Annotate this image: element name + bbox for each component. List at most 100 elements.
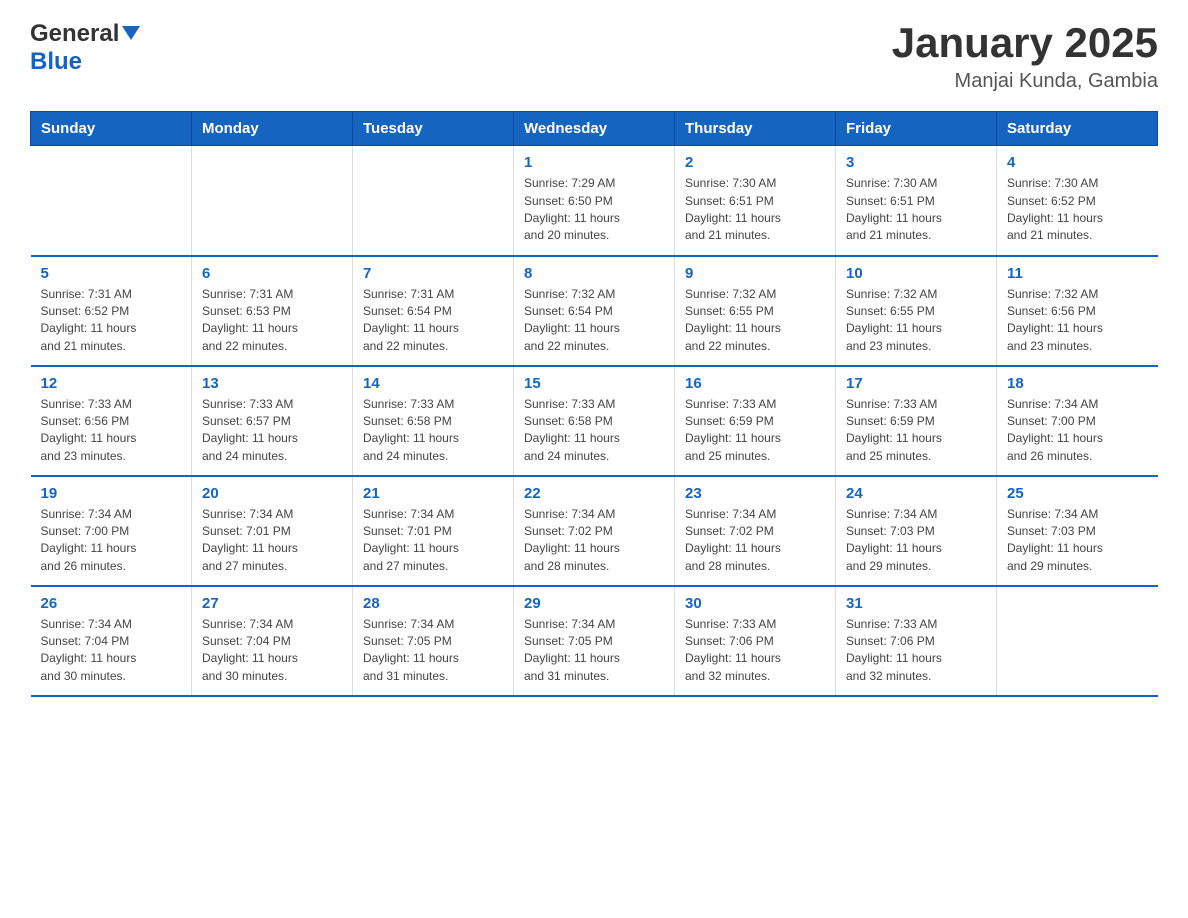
calendar-cell: 29 Sunrise: 7:34 AM Sunset: 7:05 PM Dayli… [514, 586, 675, 696]
day-number: 6 [202, 265, 342, 282]
day-number: 10 [846, 265, 986, 282]
calendar-week-1: 1 Sunrise: 7:29 AM Sunset: 6:50 PM Daylig… [31, 146, 1158, 256]
day-header-monday: Monday [192, 112, 353, 146]
day-info: Sunrise: 7:33 AM Sunset: 6:58 PM Dayligh… [524, 396, 664, 466]
calendar-cell: 24 Sunrise: 7:34 AM Sunset: 7:03 PM Dayli… [836, 476, 997, 586]
day-number: 23 [685, 485, 825, 502]
calendar-cell: 5 Sunrise: 7:31 AM Sunset: 6:52 PM Daylig… [31, 256, 192, 366]
calendar-cell: 8 Sunrise: 7:32 AM Sunset: 6:54 PM Daylig… [514, 256, 675, 366]
day-number: 31 [846, 595, 986, 612]
day-info: Sunrise: 7:32 AM Sunset: 6:54 PM Dayligh… [524, 286, 664, 356]
calendar-cell: 31 Sunrise: 7:33 AM Sunset: 7:06 PM Dayli… [836, 586, 997, 696]
calendar-cell: 22 Sunrise: 7:34 AM Sunset: 7:02 PM Dayli… [514, 476, 675, 586]
day-info: Sunrise: 7:32 AM Sunset: 6:55 PM Dayligh… [846, 286, 986, 356]
day-info: Sunrise: 7:31 AM Sunset: 6:54 PM Dayligh… [363, 286, 503, 356]
day-number: 2 [685, 154, 825, 171]
calendar-cell: 4 Sunrise: 7:30 AM Sunset: 6:52 PM Daylig… [997, 146, 1158, 256]
day-number: 24 [846, 485, 986, 502]
day-info: Sunrise: 7:30 AM Sunset: 6:51 PM Dayligh… [846, 175, 986, 245]
day-number: 1 [524, 154, 664, 171]
calendar-week-3: 12 Sunrise: 7:33 AM Sunset: 6:56 PM Dayli… [31, 366, 1158, 476]
day-info: Sunrise: 7:30 AM Sunset: 6:52 PM Dayligh… [1007, 175, 1148, 245]
calendar-subtitle: Manjai Kunda, Gambia [892, 70, 1158, 93]
calendar-cell: 3 Sunrise: 7:30 AM Sunset: 6:51 PM Daylig… [836, 146, 997, 256]
day-info: Sunrise: 7:31 AM Sunset: 6:53 PM Dayligh… [202, 286, 342, 356]
day-info: Sunrise: 7:33 AM Sunset: 6:59 PM Dayligh… [846, 396, 986, 466]
calendar-table: SundayMondayTuesdayWednesdayThursdayFrid… [30, 111, 1158, 697]
day-info: Sunrise: 7:34 AM Sunset: 7:02 PM Dayligh… [685, 506, 825, 576]
calendar-cell [192, 146, 353, 256]
day-number: 19 [41, 485, 182, 502]
day-number: 29 [524, 595, 664, 612]
day-number: 3 [846, 154, 986, 171]
calendar-cell: 11Sunrise: 7:32 AM Sunset: 6:56 PM Dayli… [997, 256, 1158, 366]
logo-blue: Blue [30, 48, 82, 75]
calendar-cell: 28Sunrise: 7:34 AM Sunset: 7:05 PM Dayli… [353, 586, 514, 696]
day-info: Sunrise: 7:34 AM Sunset: 7:00 PM Dayligh… [1007, 396, 1148, 466]
calendar-cell: 6 Sunrise: 7:31 AM Sunset: 6:53 PM Daylig… [192, 256, 353, 366]
calendar-cell: 27Sunrise: 7:34 AM Sunset: 7:04 PM Dayli… [192, 586, 353, 696]
day-number: 12 [41, 375, 182, 392]
day-number: 5 [41, 265, 182, 282]
day-info: Sunrise: 7:34 AM Sunset: 7:03 PM Dayligh… [846, 506, 986, 576]
day-number: 20 [202, 485, 342, 502]
day-number: 8 [524, 265, 664, 282]
calendar-cell: 15 Sunrise: 7:33 AM Sunset: 6:58 PM Dayli… [514, 366, 675, 476]
day-info: Sunrise: 7:33 AM Sunset: 6:56 PM Dayligh… [41, 396, 182, 466]
day-number: 16 [685, 375, 825, 392]
day-number: 7 [363, 265, 503, 282]
logo-general: General [30, 20, 119, 47]
logo-arrow-icon [122, 26, 140, 40]
day-number: 9 [685, 265, 825, 282]
calendar-cell: 9 Sunrise: 7:32 AM Sunset: 6:55 PM Daylig… [675, 256, 836, 366]
day-number: 15 [524, 375, 664, 392]
calendar-header-row: SundayMondayTuesdayWednesdayThursdayFrid… [31, 112, 1158, 146]
logo-text: General Blue [30, 20, 140, 76]
day-number: 21 [363, 485, 503, 502]
day-header-sunday: Sunday [31, 112, 192, 146]
day-info: Sunrise: 7:34 AM Sunset: 7:02 PM Dayligh… [524, 506, 664, 576]
day-info: Sunrise: 7:33 AM Sunset: 6:59 PM Dayligh… [685, 396, 825, 466]
day-info: Sunrise: 7:34 AM Sunset: 7:05 PM Dayligh… [524, 616, 664, 686]
day-info: Sunrise: 7:33 AM Sunset: 6:58 PM Dayligh… [363, 396, 503, 466]
logo: General Blue [30, 20, 140, 76]
day-info: Sunrise: 7:34 AM Sunset: 7:04 PM Dayligh… [202, 616, 342, 686]
day-info: Sunrise: 7:32 AM Sunset: 6:56 PM Dayligh… [1007, 286, 1148, 356]
day-info: Sunrise: 7:33 AM Sunset: 7:06 PM Dayligh… [846, 616, 986, 686]
day-info: Sunrise: 7:29 AM Sunset: 6:50 PM Dayligh… [524, 175, 664, 245]
calendar-week-2: 5 Sunrise: 7:31 AM Sunset: 6:52 PM Daylig… [31, 256, 1158, 366]
day-number: 14 [363, 375, 503, 392]
calendar-cell: 1 Sunrise: 7:29 AM Sunset: 6:50 PM Daylig… [514, 146, 675, 256]
day-number: 22 [524, 485, 664, 502]
calendar-cell: 7 Sunrise: 7:31 AM Sunset: 6:54 PM Daylig… [353, 256, 514, 366]
day-info: Sunrise: 7:30 AM Sunset: 6:51 PM Dayligh… [685, 175, 825, 245]
day-info: Sunrise: 7:34 AM Sunset: 7:04 PM Dayligh… [41, 616, 182, 686]
day-info: Sunrise: 7:34 AM Sunset: 7:05 PM Dayligh… [363, 616, 503, 686]
calendar-cell [31, 146, 192, 256]
calendar-cell: 30Sunrise: 7:33 AM Sunset: 7:06 PM Dayli… [675, 586, 836, 696]
day-info: Sunrise: 7:34 AM Sunset: 7:01 PM Dayligh… [363, 506, 503, 576]
day-info: Sunrise: 7:33 AM Sunset: 6:57 PM Dayligh… [202, 396, 342, 466]
calendar-cell: 12 Sunrise: 7:33 AM Sunset: 6:56 PM Dayli… [31, 366, 192, 476]
day-info: Sunrise: 7:34 AM Sunset: 7:01 PM Dayligh… [202, 506, 342, 576]
calendar-week-4: 19 Sunrise: 7:34 AM Sunset: 7:00 PM Dayli… [31, 476, 1158, 586]
day-info: Sunrise: 7:34 AM Sunset: 7:00 PM Dayligh… [41, 506, 182, 576]
title-block: January 2025 Manjai Kunda, Gambia [892, 20, 1158, 93]
calendar-cell: 23 Sunrise: 7:34 AM Sunset: 7:02 PM Dayli… [675, 476, 836, 586]
calendar-week-5: 26Sunrise: 7:34 AM Sunset: 7:04 PM Dayli… [31, 586, 1158, 696]
day-info: Sunrise: 7:31 AM Sunset: 6:52 PM Dayligh… [41, 286, 182, 356]
day-info: Sunrise: 7:32 AM Sunset: 6:55 PM Dayligh… [685, 286, 825, 356]
day-number: 25 [1007, 485, 1148, 502]
day-header-thursday: Thursday [675, 112, 836, 146]
day-number: 4 [1007, 154, 1148, 171]
day-number: 18 [1007, 375, 1148, 392]
calendar-cell: 16 Sunrise: 7:33 AM Sunset: 6:59 PM Dayli… [675, 366, 836, 476]
calendar-cell: 18 Sunrise: 7:34 AM Sunset: 7:00 PM Dayli… [997, 366, 1158, 476]
calendar-cell [353, 146, 514, 256]
calendar-title: January 2025 [892, 20, 1158, 66]
calendar-cell: 13Sunrise: 7:33 AM Sunset: 6:57 PM Dayli… [192, 366, 353, 476]
day-header-tuesday: Tuesday [353, 112, 514, 146]
day-number: 17 [846, 375, 986, 392]
calendar-cell: 19 Sunrise: 7:34 AM Sunset: 7:00 PM Dayli… [31, 476, 192, 586]
calendar-cell: 26Sunrise: 7:34 AM Sunset: 7:04 PM Dayli… [31, 586, 192, 696]
